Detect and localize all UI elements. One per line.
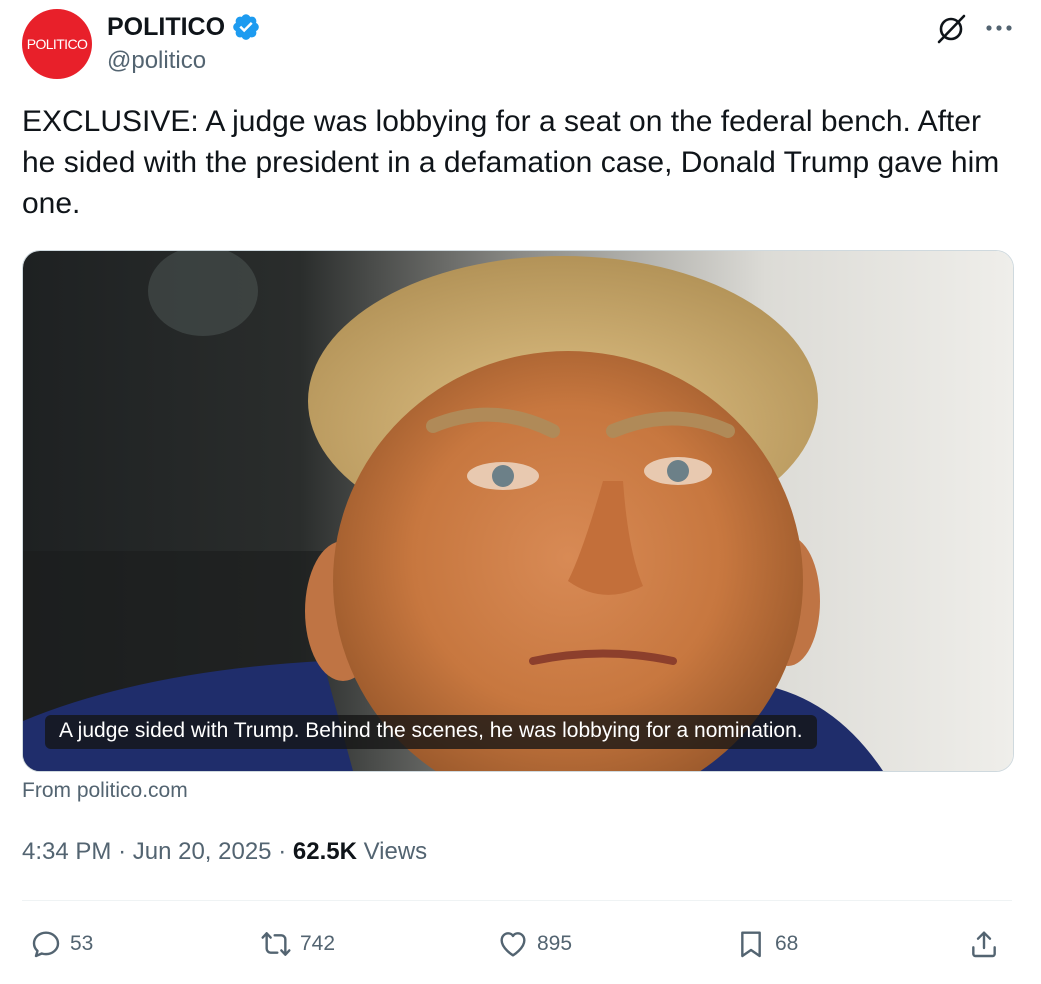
- author-handle[interactable]: @politico: [107, 47, 206, 75]
- verified-badge-icon: [233, 14, 259, 40]
- meta-separator: ·: [278, 838, 287, 865]
- link-card-media[interactable]: A judge sided with Trump. Behind the sce…: [22, 250, 1014, 772]
- share-button[interactable]: [968, 920, 1000, 968]
- share-icon: [972, 931, 996, 958]
- card-source-link[interactable]: From politico.com: [22, 779, 188, 803]
- action-bar: 53 742 895 68: [22, 920, 1012, 968]
- author-avatar[interactable]: POLITICO: [22, 9, 92, 79]
- author-name-row: POLITICO: [107, 12, 261, 42]
- divider: [22, 900, 1012, 901]
- repost-count: 742: [300, 932, 336, 955]
- card-caption: A judge sided with Trump. Behind the sce…: [45, 715, 817, 749]
- author-name[interactable]: POLITICO: [107, 13, 225, 42]
- like-button[interactable]: 895: [497, 920, 572, 968]
- bookmark-button[interactable]: 68: [735, 920, 798, 968]
- article-photo: [23, 251, 1013, 771]
- reply-button[interactable]: 53: [30, 920, 93, 968]
- tweet-meta: 4:34 PM · Jun 20, 2025 · 62.5K Views: [22, 838, 427, 866]
- heart-icon: [500, 932, 526, 957]
- bookmark-count: 68: [775, 932, 799, 955]
- reply-count: 53: [70, 932, 94, 955]
- tweet-header: POLITICO POLITICO @politico: [0, 0, 1041, 90]
- tweet-time[interactable]: 4:34 PM: [22, 838, 111, 865]
- bookmark-icon: [741, 931, 761, 958]
- more-icon[interactable]: [985, 20, 1013, 36]
- tweet-date[interactable]: Jun 20, 2025: [133, 838, 272, 865]
- like-count: 895: [537, 932, 573, 955]
- meta-separator: ·: [118, 838, 127, 865]
- repost-button[interactable]: 742: [260, 920, 335, 968]
- grok-icon[interactable]: [934, 12, 968, 46]
- repost-icon: [261, 932, 291, 956]
- tweet-text: EXCLUSIVE: A judge was lobbying for a se…: [22, 105, 1000, 220]
- avatar-logo-text: POLITICO: [26, 36, 88, 52]
- views-label: Views: [363, 838, 428, 865]
- reply-icon: [32, 931, 60, 958]
- views-count: 62.5K: [292, 838, 357, 865]
